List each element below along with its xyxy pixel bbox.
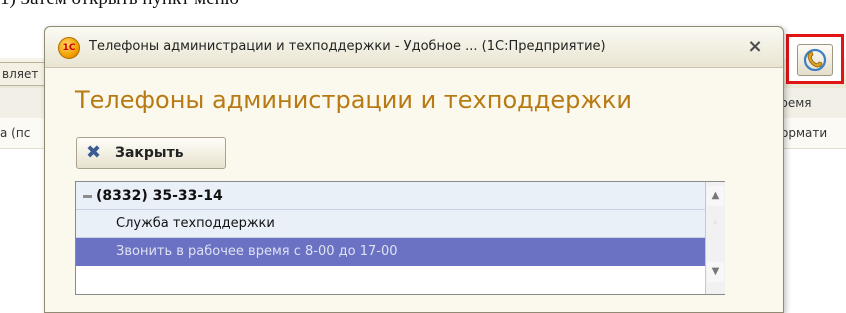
phones-dialog: 1С Телефоны администрации и техподдержки… bbox=[44, 26, 784, 313]
tree-row-label: Звонить в рабочее время с 8-00 до 17-00 bbox=[116, 244, 398, 259]
dialog-titlebar[interactable]: 1С Телефоны администрации и техподдержки… bbox=[45, 27, 783, 68]
vertical-scrollbar[interactable]: ▲ ◦ ▼ bbox=[705, 182, 725, 294]
phone-support-button[interactable] bbox=[786, 34, 844, 84]
background-tab[interactable]: вляет bbox=[0, 62, 47, 86]
collapse-icon[interactable] bbox=[83, 195, 92, 198]
tree-row-label: (8332) 35-33-14 bbox=[96, 188, 223, 204]
close-icon[interactable]: × bbox=[743, 35, 767, 59]
close-button-label: Закрыть bbox=[115, 145, 184, 161]
phones-tree[interactable]: (8332) 35-33-14 Служба техподдержки Звон… bbox=[75, 181, 725, 295]
tree-row-support[interactable]: Служба техподдержки bbox=[76, 210, 705, 238]
cross-icon: ✖ bbox=[86, 142, 102, 163]
scroll-down-icon[interactable]: ▼ bbox=[707, 262, 724, 282]
instruction-text: 1) Затем открыть пункт меню bbox=[0, 0, 239, 12]
close-button[interactable]: ✖ Закрыть bbox=[76, 137, 226, 169]
tree-row-label: Служба техподдержки bbox=[116, 216, 275, 231]
scroll-thumb[interactable]: ◦ bbox=[710, 218, 721, 242]
scroll-up-icon[interactable]: ▲ bbox=[707, 186, 724, 206]
tree-row-phone[interactable]: (8332) 35-33-14 bbox=[76, 182, 705, 210]
dialog-content: Телефоны администрации и техподдержки ✖ … bbox=[45, 68, 783, 312]
tree-row-hours[interactable]: Звонить в рабочее время с 8-00 до 17-00 bbox=[76, 238, 705, 266]
dialog-heading: Телефоны администрации и техподдержки bbox=[75, 86, 633, 114]
phone-support-icon bbox=[797, 44, 833, 76]
dialog-title: Телефоны администрации и техподдержки - … bbox=[89, 39, 606, 54]
app-logo-icon: 1С bbox=[58, 37, 80, 59]
background-row-cell: а (пс bbox=[0, 126, 31, 140]
